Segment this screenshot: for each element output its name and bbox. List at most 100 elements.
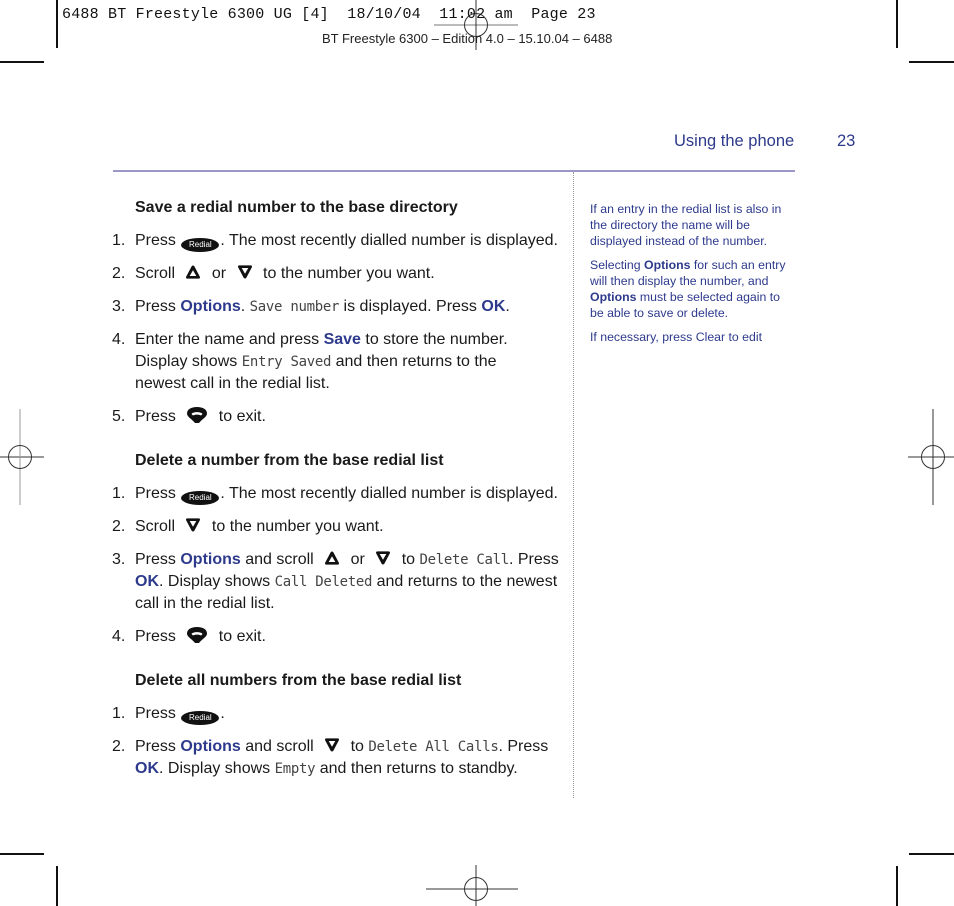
ok-key-label: OK bbox=[135, 760, 159, 777]
step-text: . bbox=[220, 705, 225, 722]
list-item: 4. Press to exit. bbox=[112, 626, 562, 648]
scroll-down-icon bbox=[185, 517, 201, 533]
registration-mark-left bbox=[0, 409, 44, 505]
step-text: Scroll bbox=[135, 265, 180, 282]
crop-mark bbox=[56, 0, 58, 48]
step-text: . Press bbox=[508, 551, 559, 568]
step-number: 1. bbox=[112, 232, 126, 249]
step-text: and scroll bbox=[240, 738, 319, 755]
step-text: or bbox=[207, 265, 231, 282]
step-text: to exit. bbox=[214, 628, 266, 645]
registration-mark-right bbox=[908, 409, 954, 505]
display-text: Entry Saved bbox=[241, 354, 332, 370]
note-text: Selecting bbox=[590, 258, 645, 272]
step-text: Scroll bbox=[135, 518, 180, 535]
step-number: 1. bbox=[112, 705, 126, 722]
redial-key-icon: Redial bbox=[181, 238, 220, 252]
list-item: 4. Enter the name and press Save to stor… bbox=[112, 329, 562, 395]
step-text: Press bbox=[135, 232, 181, 249]
column-divider bbox=[573, 172, 574, 798]
crop-mark bbox=[56, 866, 58, 906]
step-number: 1. bbox=[112, 485, 126, 502]
list-item: 2. Scroll to the number you want. bbox=[112, 516, 562, 538]
display-text: Empty bbox=[274, 761, 316, 777]
step-number: 5. bbox=[112, 408, 126, 425]
list-item: 1. Press Redial. The most recently diall… bbox=[112, 483, 562, 505]
ok-key-label: OK bbox=[481, 298, 506, 315]
list-item: 3. Press Options. Save number is display… bbox=[112, 296, 562, 318]
step-text: . bbox=[240, 298, 250, 315]
crop-mark bbox=[0, 853, 44, 855]
section-heading: Save a redial number to the base directo… bbox=[135, 199, 458, 216]
scroll-down-icon bbox=[324, 737, 340, 753]
crop-mark bbox=[909, 853, 954, 855]
display-text: Delete All Calls bbox=[368, 739, 499, 755]
step-text: to the number you want. bbox=[207, 518, 384, 535]
step-text: . The most recently dialled number is di… bbox=[220, 485, 558, 502]
scroll-up-icon bbox=[324, 550, 340, 566]
step-text: to bbox=[346, 738, 369, 755]
note-clear-to-edit: If necessary, press Clear to edit bbox=[590, 330, 763, 344]
step-text: to exit. bbox=[214, 408, 266, 425]
step-text: . Display shows bbox=[159, 760, 275, 777]
step-text: Enter the name and press bbox=[135, 331, 324, 348]
step-number: 2. bbox=[112, 738, 126, 755]
options-key-label: Options bbox=[180, 551, 241, 568]
list-item: 1. Press Redial. The most recently diall… bbox=[112, 230, 562, 252]
step-text: Press bbox=[135, 485, 181, 502]
step-number: 2. bbox=[112, 518, 126, 535]
step-number: 2. bbox=[112, 265, 126, 282]
step-text: is displayed. Press bbox=[339, 298, 482, 315]
step-text: . Press bbox=[498, 738, 549, 755]
step-text: and then returns to standby. bbox=[315, 760, 518, 777]
scroll-up-icon bbox=[185, 264, 201, 280]
scroll-down-icon bbox=[375, 550, 391, 566]
options-key-label: Options bbox=[180, 298, 241, 315]
step-number: 3. bbox=[112, 551, 126, 568]
crop-mark bbox=[0, 61, 44, 63]
crop-mark bbox=[896, 0, 898, 48]
edition-line: BT Freestyle 6300 – Edition 4.0 – 15.10.… bbox=[322, 31, 613, 46]
list-item: 2. Press Options and scroll to Delete Al… bbox=[112, 736, 562, 780]
redial-key-icon: Redial bbox=[181, 491, 220, 505]
save-key-label: Save bbox=[323, 331, 361, 348]
note-directory-name: If an entry in the redial list is also i… bbox=[590, 202, 782, 248]
step-text: Press bbox=[135, 705, 181, 722]
crop-mark bbox=[909, 61, 954, 63]
page-number: 23 bbox=[837, 132, 856, 150]
scroll-down-icon bbox=[237, 264, 253, 280]
step-text: or bbox=[346, 551, 370, 568]
options-key-label: Options bbox=[644, 258, 691, 272]
running-title: Using the phone bbox=[674, 132, 795, 150]
step-text: . bbox=[505, 298, 510, 315]
step-number: 3. bbox=[112, 298, 126, 315]
crop-mark bbox=[896, 866, 898, 906]
step-text: Press bbox=[135, 551, 181, 568]
list-item: 5. Press to exit. bbox=[112, 406, 562, 428]
registration-mark-bottom bbox=[426, 865, 518, 906]
step-number: 4. bbox=[112, 628, 126, 645]
display-text: Save number bbox=[249, 299, 340, 315]
step-text: Press bbox=[135, 738, 181, 755]
section-heading: Delete a number from the base redial lis… bbox=[135, 452, 444, 469]
step-text: Press bbox=[135, 408, 181, 425]
step-text: . The most recently dialled number is di… bbox=[220, 232, 558, 249]
header-rule bbox=[113, 170, 795, 172]
step-text: to bbox=[397, 551, 420, 568]
options-key-label: Options bbox=[590, 290, 637, 304]
display-text: Delete Call bbox=[419, 552, 510, 568]
display-text: Call Deleted bbox=[274, 574, 373, 590]
step-text: Press bbox=[135, 298, 181, 315]
list-item: 3. Press Options and scroll or to Delete… bbox=[112, 549, 562, 615]
step-number: 4. bbox=[112, 331, 126, 348]
end-call-icon bbox=[186, 626, 208, 644]
ok-key-label: OK bbox=[135, 573, 159, 590]
sidebar-notes: If an entry in the redial list is also i… bbox=[590, 201, 795, 353]
redial-key-icon: Redial bbox=[181, 711, 220, 725]
section-heading: Delete all numbers from the base redial … bbox=[135, 672, 462, 689]
options-key-label: Options bbox=[180, 738, 241, 755]
print-slug: 6488 BT Freestyle 6300 UG [4] 18/10/04 1… bbox=[62, 6, 596, 23]
step-text: . Display shows bbox=[159, 573, 275, 590]
end-call-icon bbox=[186, 406, 208, 424]
step-text: to the number you want. bbox=[258, 265, 435, 282]
